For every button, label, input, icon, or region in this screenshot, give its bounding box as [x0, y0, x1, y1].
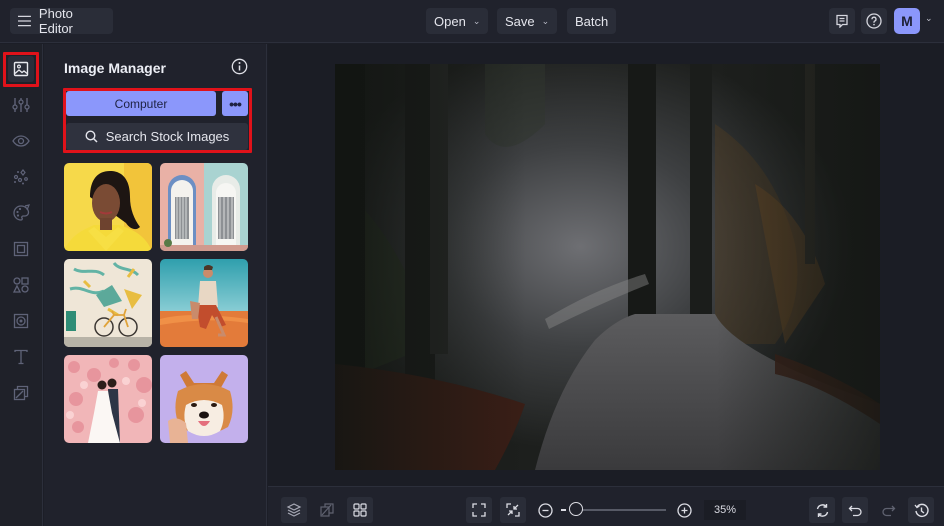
fit-to-screen-button[interactable]: [466, 497, 492, 523]
rail-item-layers-mask[interactable]: [8, 380, 34, 406]
menu-icon: [18, 15, 31, 27]
canvas-image[interactable]: [335, 64, 880, 470]
rail-item-graphics[interactable]: [8, 272, 34, 298]
history-button[interactable]: [908, 497, 934, 523]
feedback-button[interactable]: [829, 8, 855, 34]
rail-item-touch-up[interactable]: [8, 164, 34, 190]
layers-icon: [13, 385, 29, 401]
thumbnail-man-desert[interactable]: [160, 259, 248, 347]
batch-button[interactable]: Batch: [567, 8, 617, 34]
upload-computer-button[interactable]: Computer: [66, 91, 216, 116]
image-icon: [13, 61, 29, 77]
thumbnail-shiba-dog[interactable]: [160, 355, 248, 443]
redo-icon: [881, 505, 895, 516]
user-avatar[interactable]: M: [894, 8, 920, 34]
help-button[interactable]: [861, 8, 887, 34]
main-menu-button[interactable]: Photo Editor: [10, 6, 113, 36]
chevron-down-icon: ⌄: [472, 15, 481, 26]
zoom-in-icon: [676, 502, 692, 518]
text-icon: [14, 349, 28, 365]
sparkle-icon: [13, 169, 28, 185]
image-manager-panel: Image Manager Computer ••• Search Stock …: [44, 44, 267, 526]
top-bar: Photo Editor Open ⌄ Save ⌄ Batch M ⌄: [0, 0, 944, 43]
rail-item-adjustments[interactable]: [8, 92, 34, 118]
rail-item-artsy[interactable]: [8, 200, 34, 226]
zoom-in-button[interactable]: [671, 497, 697, 523]
reset-icon: [816, 503, 828, 517]
eye-icon: [12, 135, 30, 147]
sliders-icon: [12, 98, 30, 112]
batch-label: Batch: [575, 13, 609, 29]
save-button[interactable]: Save ⌄: [497, 8, 558, 34]
zoom-percent-value: 35%: [713, 504, 737, 516]
thumbnail-bicycle-mural[interactable]: [64, 259, 152, 347]
rail-item-text[interactable]: [8, 344, 34, 370]
zoom-slider-fill: [561, 509, 566, 511]
history-icon: [913, 503, 929, 517]
save-label: Save: [505, 13, 535, 29]
frame-icon: [13, 241, 29, 257]
search-stock-label: Search Stock Images: [105, 129, 230, 144]
zoom-out-button[interactable]: [532, 497, 558, 523]
zoom-out-icon: [537, 502, 553, 518]
rail-item-frames[interactable]: [8, 236, 34, 262]
panel-title: Image Manager: [64, 60, 166, 76]
actual-size-icon: [506, 503, 520, 517]
info-icon: [231, 58, 248, 75]
fit-screen-icon: [472, 503, 486, 517]
rail-item-overlays[interactable]: [8, 308, 34, 334]
zoom-slider-track[interactable]: [571, 509, 666, 511]
search-icon: [85, 130, 98, 143]
shapes-icon: [12, 277, 29, 293]
open-button[interactable]: Open ⌄: [426, 8, 489, 34]
app-title: Photo Editor: [38, 6, 73, 36]
grid-view-button[interactable]: [347, 497, 373, 523]
more-icon: •••: [229, 95, 242, 112]
undo-icon: [848, 505, 862, 516]
thumbnail-woman-portrait[interactable]: [64, 163, 152, 251]
reset-button[interactable]: [809, 497, 835, 523]
redo-button[interactable]: [875, 497, 901, 523]
doors-image: [160, 163, 248, 251]
avatar-initial: M: [901, 13, 913, 29]
texture-icon: [13, 313, 29, 329]
layers-button[interactable]: [281, 497, 307, 523]
wedding-couple-image: [64, 355, 152, 443]
foggy-forest-path-image: [335, 64, 880, 470]
rail-item-effects[interactable]: [8, 128, 34, 154]
zoom-percent-field[interactable]: 35%: [704, 500, 746, 520]
undo-button[interactable]: [842, 497, 868, 523]
thumbnail-wedding-couple[interactable]: [64, 355, 152, 443]
open-label: Open: [434, 13, 466, 29]
actual-size-button[interactable]: [500, 497, 526, 523]
search-stock-images-button[interactable]: Search Stock Images: [66, 123, 248, 150]
help-icon: [866, 13, 882, 29]
feedback-icon: [836, 14, 848, 28]
man-desert-image: [160, 259, 248, 347]
shiba-dog-image: [160, 355, 248, 443]
zoom-slider-handle[interactable]: [568, 502, 583, 516]
bottom-toolbar: 35%: [268, 486, 944, 526]
canvas-area: [268, 44, 944, 486]
bicycle-mural-image: [64, 259, 152, 347]
layers-icon: [286, 503, 302, 517]
more-options-button[interactable]: •••: [222, 91, 248, 116]
tool-rail: [0, 44, 43, 526]
info-button[interactable]: [231, 58, 248, 80]
palette-icon: [13, 204, 30, 221]
rail-item-image-manager[interactable]: [8, 56, 34, 82]
chevron-down-icon: ⌄: [541, 15, 550, 26]
compare-button[interactable]: [314, 497, 340, 523]
grid-icon: [353, 503, 367, 517]
computer-label: Computer: [114, 96, 168, 111]
compare-icon: [320, 503, 334, 517]
thumbnail-doors[interactable]: [160, 163, 248, 251]
account-chevron-down-icon[interactable]: ⌄: [925, 13, 933, 24]
woman-portrait-image: [64, 163, 152, 251]
